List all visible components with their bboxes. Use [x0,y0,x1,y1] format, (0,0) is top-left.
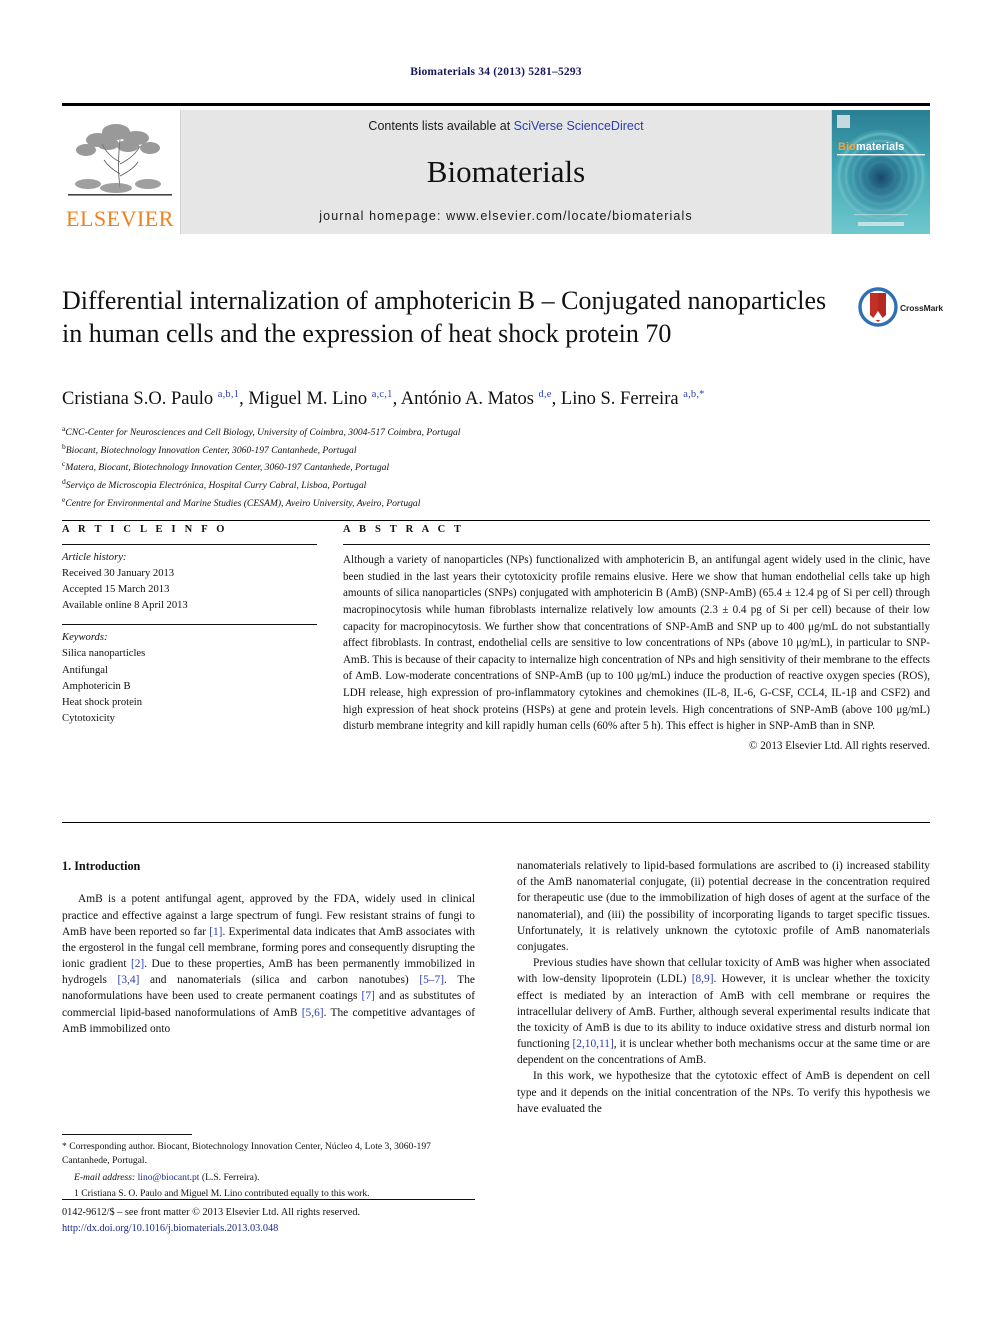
email-label: E-mail address: [74,1171,136,1183]
citation-link[interactable]: [7] [362,990,375,1002]
citation-link[interactable]: [8,9] [692,973,714,985]
page-title: Differential internalization of amphoter… [62,286,827,349]
author-separator: , [392,389,401,410]
contents-panel: Contents lists available at SciVerse Sci… [180,110,832,234]
keyword-item: Heat shock protein [62,696,143,708]
article-history-group: Article history: Received 30 January 201… [62,545,317,624]
keyword-item: Amphotericin B [62,680,131,692]
cover-brand-suffix: materials [856,141,904,153]
journal-masthead: ELSEVIER Contents lists available at Sci… [62,103,930,234]
journal-homepage-line[interactable]: journal homepage: www.elsevier.com/locat… [181,209,831,223]
infoabs-bottom-rule [62,822,930,823]
elsevier-wordmark: ELSEVIER [66,206,174,231]
author-affiliation-mark: a,b,1 [217,389,240,400]
affiliation-item: bBiocant, Biotechnology Innovation Cente… [62,441,942,459]
article-history-items: Received 30 January 2013 Accepted 15 Marc… [62,566,317,614]
keyword-items: Silica nanoparticles Antifungal Amphoteric… [62,646,317,726]
author-name: Lino S. Ferreira [560,389,684,410]
footnote-rule [62,1134,192,1135]
author-list: Cristiana S.O. Paulo a,b,1, Miguel M. Li… [62,389,942,410]
author-name: António A. Matos [400,389,539,410]
affiliation-item: dServiço de Microscopia Electrónica, Hos… [62,476,942,494]
introduction-right-text: nanomaterials relatively to lipid-based … [517,858,930,1117]
affiliation-item: eCentre for Environmental and Marine Stu… [62,494,942,512]
body-paragraph: In this work, we hypothesize that the cy… [517,1070,930,1115]
email-link[interactable]: lino@biocant.pt [138,1172,200,1183]
running-head: Biomaterials 34 (2013) 5281–5293 [410,66,582,78]
keywords-group: Keywords: Silica nanoparticles Antifungal… [62,625,317,737]
body-paragraph: Previous studies have shown that cellula… [517,957,930,1067]
doi-link[interactable]: http://dx.doi.org/10.1016/j.biomaterials… [62,1221,532,1237]
imprint-rule [62,1199,475,1200]
title-block: Differential internalization of amphoter… [62,284,852,351]
affiliation-text: Serviço de Microscopia Electrónica, Hosp… [65,480,367,492]
journal-cover-thumbnail[interactable]: Bio materials [832,110,930,234]
keywords-label: Keywords: [62,632,108,644]
citation-link[interactable]: [2] [131,958,144,970]
keyword-item: Antifungal [62,664,108,676]
front-matter-line: 0142-9612/$ – see front matter © 2013 El… [62,1207,361,1218]
abstract-text: Although a variety of nanoparticles (NPs… [343,554,930,733]
author-separator: , [239,389,249,410]
article-history-item: Available online 8 April 2013 [62,600,188,612]
affiliation-text: Centre for Environmental and Marine Stud… [65,498,421,510]
imprint-block: 0142-9612/$ – see front matter © 2013 El… [62,1205,532,1237]
infoabs-top-rule [62,520,930,521]
affiliation-list: aCNC-Center for Neurosciences and Cell B… [62,423,942,512]
author-affiliation-mark: d,e [538,389,552,400]
citation-link[interactable]: [5,6] [302,1007,324,1019]
affiliation-item: cMatera, Biocant, Biotechnology Innovati… [62,458,942,476]
corresponding-author-note: * Corresponding author. Biocant, Biotech… [62,1141,431,1167]
citation-link[interactable]: [5–7] [419,974,444,986]
citation-link[interactable]: [2,10,11] [572,1038,613,1050]
article-info-heading: A R T I C L E I N F O [62,524,228,535]
elsevier-tree-icon [68,124,172,196]
affiliation-item: aCNC-Center for Neurosciences and Cell B… [62,423,942,441]
sciencedirect-link[interactable]: SciVerse ScienceDirect [514,119,644,133]
introduction-left-text: AmB is a potent antifungal agent, approv… [62,891,475,1037]
keyword-item: Silica nanoparticles [62,648,146,660]
citation-link[interactable]: [1] [209,926,222,938]
cover-brand-prefix: Bio [838,141,856,153]
article-history-item: Received 30 January 2013 [62,568,175,580]
contents-available-line: Contents lists available at SciVerse Sci… [181,119,831,133]
abstract-heading: A B S T R A C T [343,524,465,535]
author-name: Miguel M. Lino [248,389,372,410]
author-separator: , [551,389,561,410]
elsevier-logo-block: ELSEVIER [62,110,180,234]
author-affiliation-mark: a,c,1 [371,389,393,400]
affiliation-text: CNC-Center for Neurosciences and Cell Bi… [65,427,461,439]
affiliation-text: Biocant, Biotechnology Innovation Center… [65,444,357,456]
journal-cover-artwork: Bio materials [832,110,930,234]
email-owner: (L.S. Ferreira). [201,1171,260,1183]
introduction-heading: 1. Introduction [62,859,141,873]
article-info-column: A R T I C L E I N F O Article history: R… [62,524,333,752]
author-name: Cristiana S.O. Paulo [62,389,218,410]
body-paragraph: nanomaterials relatively to lipid-based … [517,860,930,953]
journal-title: Biomaterials [426,154,586,189]
article-history-item: Accepted 15 March 2013 [62,584,170,596]
body-paragraph: AmB is a potent antifungal agent, approv… [62,893,475,1035]
contents-prefix-text: Contents lists available at [368,119,514,133]
crossmark-badge[interactable]: CrossMark [858,287,944,331]
abstract-column: A B S T R A C T Although a variety of na… [333,524,930,752]
crossmark-icon [858,287,898,327]
info-abstract-section: A R T I C L E I N F O Article history: R… [62,524,930,752]
abstract-copyright: © 2013 Elsevier Ltd. All rights reserved… [749,740,930,753]
citation-link[interactable]: [3,4] [118,974,140,986]
article-first-page: Biomaterials 34 (2013) 5281–5293 ELSEVIE… [0,0,992,1323]
article-history-label: Article history: [62,552,127,563]
crossmark-label: CrossMark [900,303,944,313]
body-column-right: nanomaterials relatively to lipid-based … [517,858,930,1218]
footnote-block: * Corresponding author. Biocant, Biotech… [62,1140,475,1204]
affiliation-text: Matera, Biocant, Biotechnology Innovatio… [65,462,390,474]
email-note: E-mail address: lino@biocant.pt (L.S. Fe… [62,1171,475,1185]
keyword-item: Cytotoxicity [62,712,115,724]
author-affiliation-mark: a,b,* [683,389,705,400]
